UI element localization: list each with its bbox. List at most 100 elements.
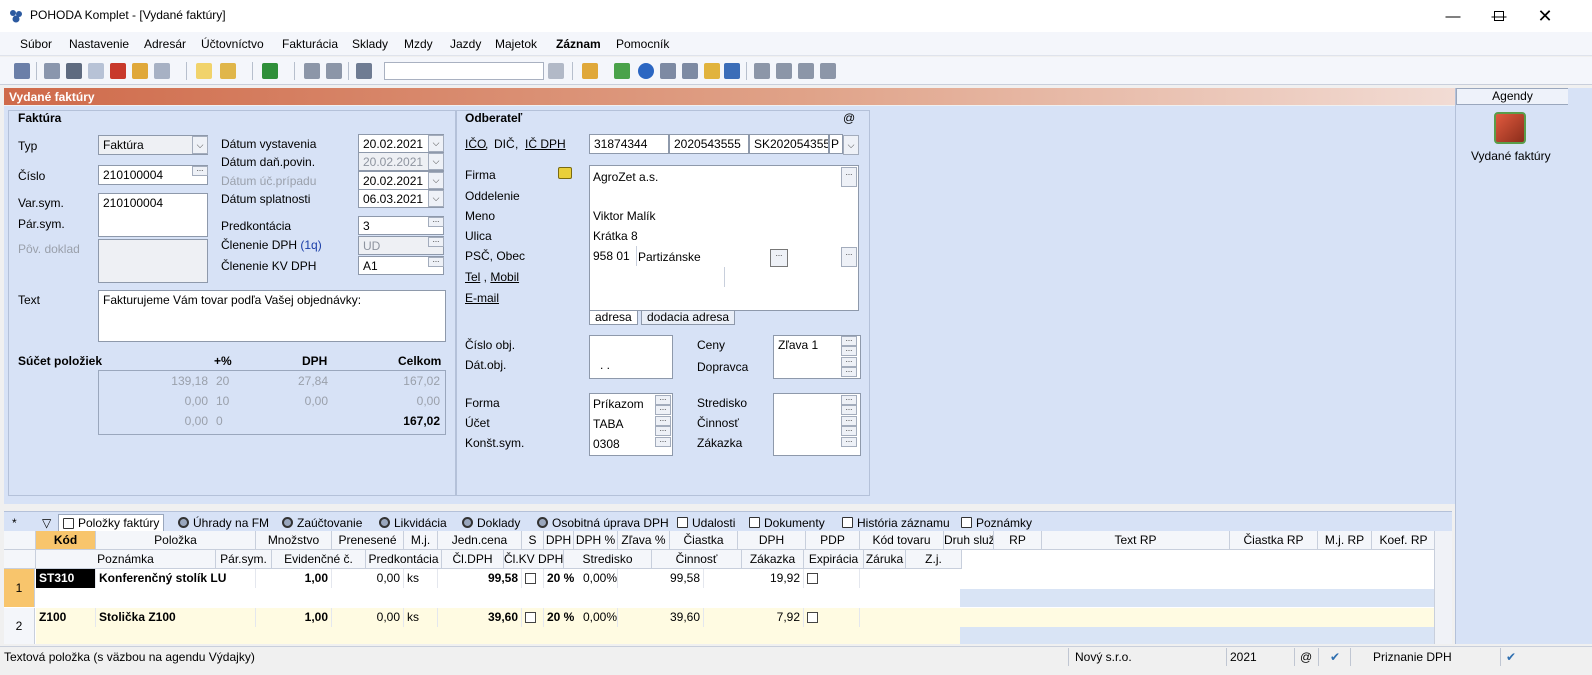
cell-prenesene[interactable]: 0,00 — [332, 608, 404, 627]
col-pdp[interactable]: PDP — [806, 531, 860, 550]
col-cl-kv-dph[interactable]: Čl.KV DPH — [504, 550, 564, 569]
at-icon[interactable]: @ — [843, 111, 855, 125]
ico-field[interactable]: 31874344 — [589, 134, 669, 154]
ucet-value[interactable]: TABA — [593, 417, 623, 431]
unlock-icon[interactable] — [326, 63, 342, 79]
filter-combo[interactable] — [384, 62, 544, 80]
col-ciastka[interactable]: Čiastka — [670, 531, 738, 550]
forma-value[interactable]: Príkazom — [593, 397, 644, 411]
predkontacia-button[interactable]: ... — [428, 216, 444, 227]
col-mj[interactable]: M.j. — [404, 531, 438, 550]
tab-dodacia-adresa[interactable]: dodacia adresa — [641, 310, 736, 325]
s-checkbox[interactable] — [525, 573, 536, 585]
col-zj[interactable]: Z.j. — [906, 550, 962, 569]
tab-adresa[interactable]: adresa — [589, 310, 638, 325]
tab-polozky-faktury[interactable]: Položky faktúry — [58, 514, 165, 531]
col-polozka[interactable]: Položka — [96, 531, 256, 550]
menu-adresar[interactable]: Adresár — [144, 37, 186, 51]
cell-zlava[interactable]: 0,00% — [564, 569, 620, 588]
col-dph-value[interactable]: DPH — [738, 531, 806, 550]
grid-scrollbar[interactable] — [1434, 531, 1452, 644]
help-icon[interactable] — [820, 63, 836, 79]
coins-icon[interactable] — [704, 63, 720, 79]
meno-value[interactable]: Viktor Malík — [593, 209, 655, 223]
konst-button[interactable]: ... — [655, 436, 671, 447]
wizard-icon[interactable] — [220, 63, 236, 79]
chevron-down-icon[interactable]: ⌵ — [192, 136, 208, 154]
cislo-obj-field[interactable] — [589, 335, 673, 379]
col-druh-sluz[interactable]: Druh služ — [944, 531, 994, 550]
tab-historia[interactable]: História záznamu — [838, 514, 954, 531]
dat-obj-value[interactable]: . . — [600, 358, 610, 372]
print-icon[interactable] — [66, 63, 82, 79]
tab-osobitna-uprava[interactable]: Osobitná úprava DPH — [533, 514, 673, 531]
col-stredisko[interactable]: Stredisko — [564, 550, 652, 569]
varsym-field[interactable]: 210100004 — [98, 193, 208, 237]
address-book-icon[interactable] — [558, 167, 572, 179]
cell-ciastka[interactable]: 99,58 — [620, 569, 704, 588]
col-s[interactable]: S — [522, 531, 544, 550]
col-expiracia[interactable]: Expirácia — [804, 550, 864, 569]
ulica-value[interactable]: Krátka 8 — [593, 229, 638, 243]
clipboard-icon[interactable] — [356, 63, 372, 79]
col-dph-percent[interactable]: DPH % — [574, 531, 618, 550]
cell-polozka[interactable]: Konferenčný stolík LU — [96, 569, 256, 588]
note-icon[interactable] — [754, 63, 770, 79]
menu-uctovnictvo[interactable]: Účtovníctvo — [201, 37, 264, 51]
cell-polozka[interactable]: Stolička Z100 — [96, 608, 256, 627]
money-icon[interactable] — [614, 63, 630, 79]
col-text-rp[interactable]: Text RP — [1042, 531, 1230, 550]
preview-icon[interactable] — [88, 63, 104, 79]
back-arrow-icon[interactable] — [262, 63, 278, 79]
row-number[interactable]: 1 — [4, 569, 35, 607]
pdp-checkbox[interactable] — [807, 573, 818, 585]
cell-prenesene[interactable]: 0,00 — [332, 569, 404, 588]
col-zaruka[interactable]: Záruka — [864, 550, 906, 569]
chevron-down-icon[interactable]: ⌵ — [428, 190, 444, 207]
tab-star[interactable]: * — [8, 514, 21, 531]
tab-poznamky[interactable]: Poznámky — [957, 514, 1036, 531]
iban-icon[interactable] — [724, 63, 740, 79]
zakazka-button[interactable]: ... — [841, 436, 857, 447]
menu-sklady[interactable]: Sklady — [352, 37, 388, 51]
text-field[interactable]: Fakturujeme Vám tovar podľa Vašej objedn… — [98, 290, 446, 342]
menu-subor[interactable]: Súbor — [20, 37, 52, 51]
folder-icon[interactable] — [582, 63, 598, 79]
maximize-button[interactable] — [1476, 0, 1522, 32]
tel-link[interactable]: Tel — [465, 270, 480, 284]
col-kod[interactable]: Kód — [36, 531, 96, 550]
new-record-icon[interactable] — [14, 63, 30, 79]
pdp-checkbox[interactable] — [807, 612, 818, 624]
col-cinnost[interactable]: Činnosť — [652, 550, 742, 569]
tab-doklady[interactable]: Doklady — [458, 514, 524, 531]
menu-majetok[interactable]: Majetok — [495, 37, 537, 51]
col-dph[interactable]: DPH — [544, 531, 574, 550]
s-checkbox[interactable] — [525, 612, 536, 624]
print-setup-icon[interactable] — [154, 63, 170, 79]
calendar-icon[interactable] — [660, 63, 676, 79]
col-kod-tovaru[interactable]: Kód tovaru — [860, 531, 944, 550]
chevron-down-icon[interactable]: ⌵ — [428, 172, 444, 189]
psc-value[interactable]: 958 01 — [593, 249, 630, 263]
psc-button[interactable]: ... — [841, 247, 857, 267]
cell-mj[interactable]: ks — [404, 608, 438, 627]
firma-value[interactable]: AgroZet a.s. — [593, 170, 658, 184]
right-scrollbar[interactable] — [1568, 88, 1592, 644]
menu-jazdy[interactable]: Jazdy — [450, 37, 481, 51]
clenenie-dph-link[interactable]: (1q) — [300, 238, 321, 252]
col-rp[interactable]: RP — [994, 531, 1042, 550]
dic-field[interactable]: 2020543555 — [669, 134, 749, 154]
cell-kod[interactable]: Z100 — [36, 608, 96, 627]
col-evidencne[interactable]: Evidenčné č. — [272, 550, 366, 569]
p-field[interactable]: P — [829, 134, 843, 154]
obec-value[interactable]: Partizánske — [638, 250, 701, 264]
filter-icon[interactable] — [548, 63, 564, 79]
cell-dph-value[interactable]: 19,92 — [704, 569, 804, 588]
minimize-button-2[interactable]: — — [1430, 0, 1476, 32]
cell-kod[interactable]: ST310 — [36, 569, 96, 588]
list-icon[interactable] — [776, 63, 792, 79]
copy-icon[interactable] — [44, 63, 60, 79]
report-icon[interactable] — [798, 63, 814, 79]
cell-ciastka[interactable]: 39,60 — [620, 608, 704, 627]
chevron-down-icon[interactable]: ⌵ — [843, 135, 859, 155]
